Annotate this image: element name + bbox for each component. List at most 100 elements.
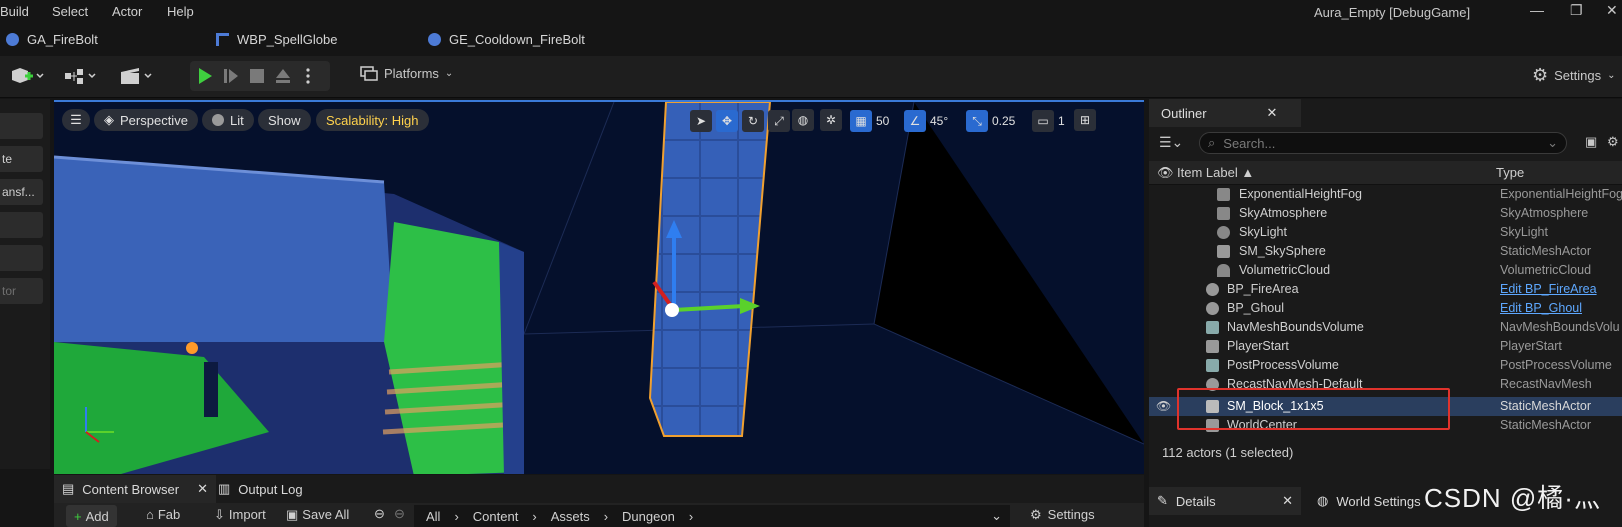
mode-item-3[interactable] bbox=[0, 212, 43, 238]
search-input[interactable]: ⌕ Search... ⌄ bbox=[1199, 132, 1567, 154]
grid-snap-toggle[interactable]: ▦ 50 bbox=[850, 109, 889, 133]
menu-build[interactable]: Build bbox=[0, 4, 29, 19]
tab-ge-cooldown-firebolt[interactable]: GE_Cooldown_FireBolt bbox=[428, 32, 585, 47]
tab-details[interactable]: ✎ Details ✕ bbox=[1149, 487, 1301, 515]
tab-label: GE_Cooldown_FireBolt bbox=[449, 32, 585, 47]
chevron-right-icon: › bbox=[603, 508, 609, 524]
row-label: PlayerStart bbox=[1227, 339, 1289, 353]
add-folder-icon[interactable]: ▣ bbox=[1585, 134, 1597, 150]
row-type: PlayerStart bbox=[1500, 339, 1562, 353]
platforms-button[interactable]: Platforms ⌄ bbox=[360, 65, 453, 81]
edit-blueprint-link[interactable]: Edit BP_FireArea bbox=[1500, 282, 1597, 296]
col-type[interactable]: Type bbox=[1496, 165, 1524, 180]
row-label: SkyLight bbox=[1239, 225, 1287, 239]
tab-wbp-spellglobe[interactable]: WBP_SpellGlobe bbox=[216, 32, 337, 47]
outliner-row[interactable]: PostProcessVolume PostProcessVolume bbox=[1149, 356, 1622, 375]
menu-actor[interactable]: Actor bbox=[112, 4, 142, 19]
layout-icon[interactable]: ⊞ bbox=[1074, 109, 1096, 131]
outliner-row[interactable]: SM_SkySphere StaticMeshActor bbox=[1149, 242, 1622, 261]
add-button[interactable]: + Add bbox=[66, 505, 117, 527]
rotation-snap-value: 45° bbox=[930, 114, 949, 128]
level-viewport[interactable]: ☰ ◈ Perspective Lit Show Scalability: Hi… bbox=[54, 100, 1144, 474]
mode-item-4[interactable] bbox=[0, 245, 43, 271]
tab-output-log[interactable]: ▥ Output Log bbox=[210, 475, 311, 503]
breadcrumb-item[interactable]: All bbox=[426, 509, 440, 524]
perspective-button[interactable]: ◈ Perspective bbox=[94, 109, 198, 131]
col-item-label[interactable]: Item Label ▲ bbox=[1177, 165, 1254, 180]
restore-icon[interactable]: ❐ bbox=[1570, 2, 1583, 19]
save-all-button[interactable]: ▣ Save All bbox=[286, 507, 349, 523]
advance-frame-icon[interactable] bbox=[222, 66, 240, 89]
chevron-down-icon[interactable]: ⌄ bbox=[991, 508, 1002, 524]
back-icon[interactable]: ⊖ bbox=[374, 506, 385, 522]
mode-item-5[interactable]: tor bbox=[0, 278, 43, 304]
close-icon[interactable]: ✕ bbox=[197, 481, 208, 497]
mode-item-2[interactable]: ansf... bbox=[0, 179, 43, 205]
fab-button[interactable]: ⌂ Fab bbox=[146, 507, 180, 522]
filter-icon[interactable]: ☰⌄ bbox=[1159, 134, 1183, 151]
scalability-button[interactable]: Scalability: High bbox=[316, 109, 429, 131]
close-icon[interactable]: ✕ bbox=[1282, 493, 1293, 509]
outliner-row[interactable]: BP_FireArea Edit BP_FireArea bbox=[1149, 280, 1622, 299]
cinematics-button[interactable] bbox=[118, 65, 156, 87]
minimize-icon[interactable]: — bbox=[1530, 2, 1544, 18]
translate-icon[interactable]: ✥ bbox=[716, 110, 738, 132]
outliner-row[interactable]: PlayerStart PlayerStart bbox=[1149, 337, 1622, 356]
menu-help[interactable]: Help bbox=[167, 4, 194, 19]
outliner-row[interactable]: SkyLight SkyLight bbox=[1149, 223, 1622, 242]
chevron-right-icon: › bbox=[688, 508, 694, 524]
tab-outliner[interactable]: Outliner ✕ bbox=[1149, 99, 1301, 127]
add-actor-button[interactable] bbox=[8, 65, 46, 87]
scale-icon[interactable]: ⤢ bbox=[768, 110, 790, 132]
search-placeholder: Search... bbox=[1223, 135, 1276, 151]
gameplay-effect-icon bbox=[428, 33, 441, 46]
close-icon[interactable]: ✕ bbox=[1267, 105, 1278, 121]
content-browser-settings-button[interactable]: ⚙ Settings bbox=[1030, 507, 1095, 523]
window-title: Aura_Empty [DebugGame] bbox=[1314, 5, 1471, 20]
blueprints-button[interactable] bbox=[62, 65, 100, 87]
gear-icon[interactable]: ⚙ bbox=[1607, 134, 1619, 150]
tab-ga-firebolt[interactable]: GA_FireBolt bbox=[6, 32, 98, 47]
rotation-snap-toggle[interactable]: ∠ 45° bbox=[904, 109, 948, 133]
outliner-row[interactable]: ExponentialHeightFog ExponentialHeightFo… bbox=[1149, 185, 1622, 204]
breadcrumb-item[interactable]: Content bbox=[473, 509, 519, 524]
import-button[interactable]: ⇩ Import bbox=[214, 507, 266, 523]
tab-world-settings[interactable]: ◍ World Settings bbox=[1309, 487, 1429, 515]
outliner-title: Outliner bbox=[1161, 105, 1207, 121]
more-options-icon[interactable] bbox=[304, 66, 312, 89]
scale-snap-toggle[interactable]: ⤡ 0.25 bbox=[966, 109, 1015, 133]
outliner-row[interactable]: BP_Ghoul Edit BP_Ghoul bbox=[1149, 299, 1622, 318]
menu-select[interactable]: Select bbox=[52, 4, 88, 19]
viewport-menu-button[interactable]: ☰ bbox=[62, 109, 90, 131]
rotate-icon[interactable]: ↻ bbox=[742, 110, 764, 132]
surface-snap-icon[interactable]: ✲ bbox=[820, 109, 842, 131]
import-icon: ⇩ bbox=[214, 507, 225, 522]
breadcrumb-item[interactable]: Assets bbox=[551, 509, 590, 524]
outliner-row[interactable]: NavMeshBoundsVolume NavMeshBoundsVolu bbox=[1149, 318, 1622, 337]
settings-button[interactable]: ⚙ Settings ⌄ bbox=[1532, 65, 1616, 86]
volume-icon bbox=[1206, 321, 1219, 334]
view-mode-button[interactable]: Lit bbox=[202, 109, 254, 131]
breadcrumb-item[interactable]: Dungeon bbox=[622, 509, 675, 524]
show-button[interactable]: Show bbox=[258, 109, 311, 131]
content-browser-toolbar: + Add ⌂ Fab ⇩ Import ▣ Save All ⊖ ⊖ All › Co… bbox=[54, 503, 1144, 527]
eye-icon[interactable]: 👁 bbox=[1157, 165, 1174, 181]
outliner-row[interactable]: SkyAtmosphere SkyAtmosphere bbox=[1149, 204, 1622, 223]
eye-icon[interactable]: 👁 bbox=[1156, 399, 1171, 413]
mode-item-0[interactable] bbox=[0, 113, 43, 139]
camera-speed-button[interactable]: ▭ 1 bbox=[1032, 109, 1065, 133]
edit-blueprint-link[interactable]: Edit BP_Ghoul bbox=[1500, 301, 1582, 315]
settings-label: Settings bbox=[1554, 68, 1602, 83]
mode-item-1[interactable]: te bbox=[0, 146, 43, 172]
close-icon[interactable]: ✕ bbox=[1606, 2, 1618, 19]
tab-content-browser[interactable]: ▤ Content Browser ✕ bbox=[54, 475, 217, 503]
outliner-row[interactable]: VolumetricCloud VolumetricCloud bbox=[1149, 261, 1622, 280]
eject-icon[interactable] bbox=[274, 66, 292, 89]
world-local-icon[interactable]: ◍ bbox=[792, 109, 814, 131]
select-cursor-icon[interactable]: ➤ bbox=[690, 110, 712, 132]
row-type: PostProcessVolume bbox=[1500, 358, 1612, 372]
stop-icon[interactable] bbox=[248, 66, 266, 89]
row-label: VolumetricCloud bbox=[1239, 263, 1331, 277]
play-icon[interactable] bbox=[196, 66, 214, 89]
forward-icon[interactable]: ⊖ bbox=[394, 506, 405, 522]
